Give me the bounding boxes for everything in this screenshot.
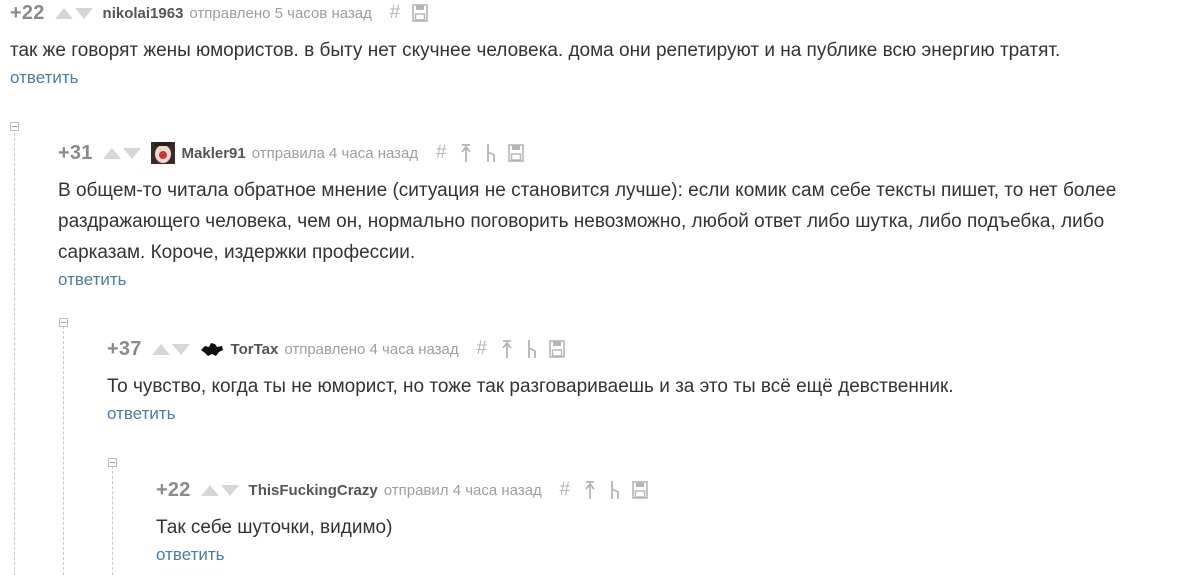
collapse-toggle[interactable]: [59, 318, 68, 327]
thread-line: [112, 466, 113, 575]
reply-link[interactable]: ответить: [58, 269, 1192, 291]
thread-line: [63, 326, 64, 575]
comment-header: +31 Makler91 отправила 4 часа назад #: [58, 140, 1192, 166]
comment-author[interactable]: nikolai1963: [103, 5, 184, 22]
comment: +37 TorTax отправлено 4 часа назад # То …: [107, 336, 1192, 425]
branch-icon[interactable]: [523, 338, 541, 360]
comment: +31 Makler91 отправила 4 часа назад # В …: [58, 140, 1192, 291]
comment-actions: #: [432, 142, 532, 164]
comment-timestamp[interactable]: отправлено 5 часов назад: [189, 5, 371, 22]
comment-timestamp[interactable]: отправила 4 часа назад: [252, 145, 418, 162]
arrow-up-icon[interactable]: [581, 479, 599, 501]
vote-controls: [200, 484, 239, 496]
comment-text: Так себе шуточки, видимо): [156, 517, 393, 538]
vote-controls: [151, 343, 190, 355]
comment-header: +22 nikolai1963 отправлено 5 часов назад…: [10, 0, 1190, 26]
comment: +22 nikolai1963 отправлено 5 часов назад…: [10, 0, 1190, 89]
avatar[interactable]: [200, 338, 224, 360]
collapse-toggle[interactable]: [10, 122, 19, 131]
collapse-toggle[interactable]: [108, 458, 117, 467]
vote-down-icon[interactable]: [122, 147, 141, 159]
comment-rating: +22: [156, 478, 191, 501]
comment-author[interactable]: ThisFuckingCrazy: [249, 482, 378, 499]
comment-rating: +22: [10, 1, 45, 24]
hash-icon[interactable]: #: [556, 479, 574, 501]
arrow-up-icon[interactable]: [498, 338, 516, 360]
comment-text: В общем-то читала обратное мнение (ситуа…: [58, 180, 1117, 263]
comment-actions: #: [473, 338, 573, 360]
hash-icon[interactable]: #: [386, 2, 404, 24]
comment-rating: +37: [107, 337, 142, 360]
reply-link[interactable]: ответить: [156, 544, 1192, 566]
arrow-up-icon[interactable]: [457, 142, 475, 164]
vote-down-icon[interactable]: [171, 343, 190, 355]
vote-down-icon[interactable]: [74, 7, 93, 19]
branch-icon[interactable]: [482, 142, 500, 164]
comment-author[interactable]: TorTax: [231, 341, 279, 358]
vote-up-icon[interactable]: [200, 484, 219, 496]
vote-controls: [54, 7, 93, 19]
save-icon[interactable]: [631, 479, 649, 501]
vote-down-icon[interactable]: [220, 484, 239, 496]
hash-icon[interactable]: #: [473, 338, 491, 360]
save-icon[interactable]: [411, 2, 429, 24]
comment-author[interactable]: Makler91: [182, 145, 246, 162]
comment-timestamp[interactable]: отправил 4 часа назад: [384, 482, 542, 499]
thread-line: [14, 128, 15, 575]
hash-icon[interactable]: #: [432, 142, 450, 164]
avatar[interactable]: [150, 142, 175, 164]
comment-actions: #: [386, 2, 436, 24]
vote-up-icon[interactable]: [151, 343, 170, 355]
comment-text: так же говорят жены юмористов. в быту не…: [10, 40, 1061, 61]
vote-up-icon[interactable]: [102, 147, 121, 159]
comment-timestamp[interactable]: отправлено 4 часа назад: [284, 341, 458, 358]
comment-header: +37 TorTax отправлено 4 часа назад #: [107, 336, 1192, 362]
comment: +22 ThisFuckingCrazy отправил 4 часа наз…: [156, 477, 1192, 566]
comment-header: +22 ThisFuckingCrazy отправил 4 часа наз…: [156, 477, 1192, 503]
save-icon[interactable]: [507, 142, 525, 164]
branch-icon[interactable]: [606, 479, 624, 501]
vote-controls: [102, 147, 141, 159]
vote-up-icon[interactable]: [54, 7, 73, 19]
save-icon[interactable]: [548, 338, 566, 360]
comment-rating: +31: [58, 141, 93, 164]
comment-actions: #: [556, 479, 656, 501]
reply-link[interactable]: ответить: [107, 403, 1192, 425]
comment-text: То чувство, когда ты не юморист, но тоже…: [107, 376, 954, 397]
reply-link[interactable]: ответить: [10, 67, 1190, 89]
